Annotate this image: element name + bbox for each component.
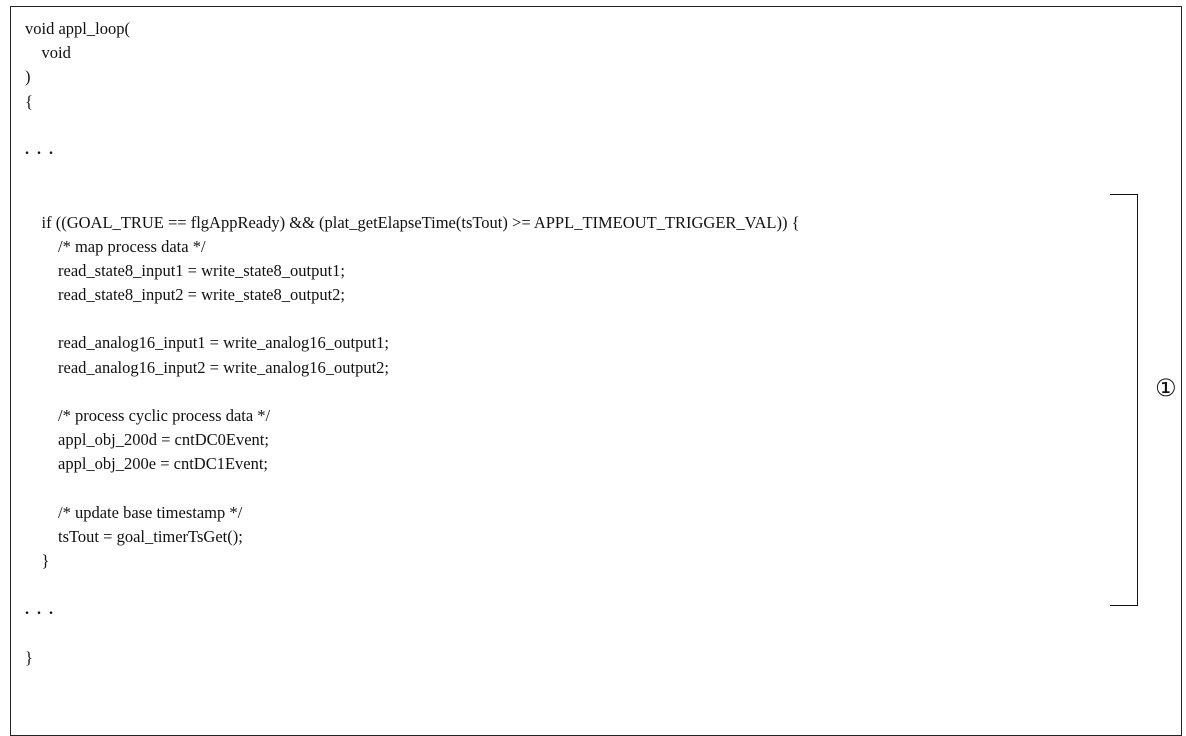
code-line: ) <box>25 67 31 87</box>
code-line: } <box>25 551 50 571</box>
code-listing: void appl_loop( void ) { . . . if ((GOAL… <box>25 17 800 670</box>
code-line: appl_obj_200e = cntDC1Event; <box>25 454 269 474</box>
code-line: /* process cyclic process data */ <box>25 406 271 425</box>
code-listing-frame: void appl_loop( void ) { . . . if ((GOAL… <box>10 6 1182 736</box>
code-line: { <box>25 91 33 111</box>
code-line: /* map process data */ <box>25 236 206 256</box>
ellipsis-line: . . . <box>25 140 55 158</box>
annotation-marker: ① <box>1155 374 1177 402</box>
code-line: if ((GOAL_TRUE == flgAppReady) && (plat_… <box>25 212 800 232</box>
code-line: tsTout = goal_timerTsGet(); <box>25 526 243 546</box>
code-line: read_state8_input1 = write_state8_output… <box>25 260 345 280</box>
code-line: read_analog16_input2 = write_analog16_ou… <box>25 357 389 377</box>
code-line: void appl_loop( <box>25 19 130 38</box>
ellipsis-line: . . . <box>25 600 55 618</box>
code-line: } <box>25 647 33 667</box>
code-line: void <box>25 43 71 63</box>
right-bracket <box>1110 194 1138 606</box>
code-line: read_analog16_input1 = write_analog16_ou… <box>25 333 389 353</box>
code-line: appl_obj_200d = cntDC0Event; <box>25 430 269 450</box>
code-line: read_state8_input2 = write_state8_output… <box>25 285 345 305</box>
code-line: /* update base timestamp */ <box>25 502 243 522</box>
